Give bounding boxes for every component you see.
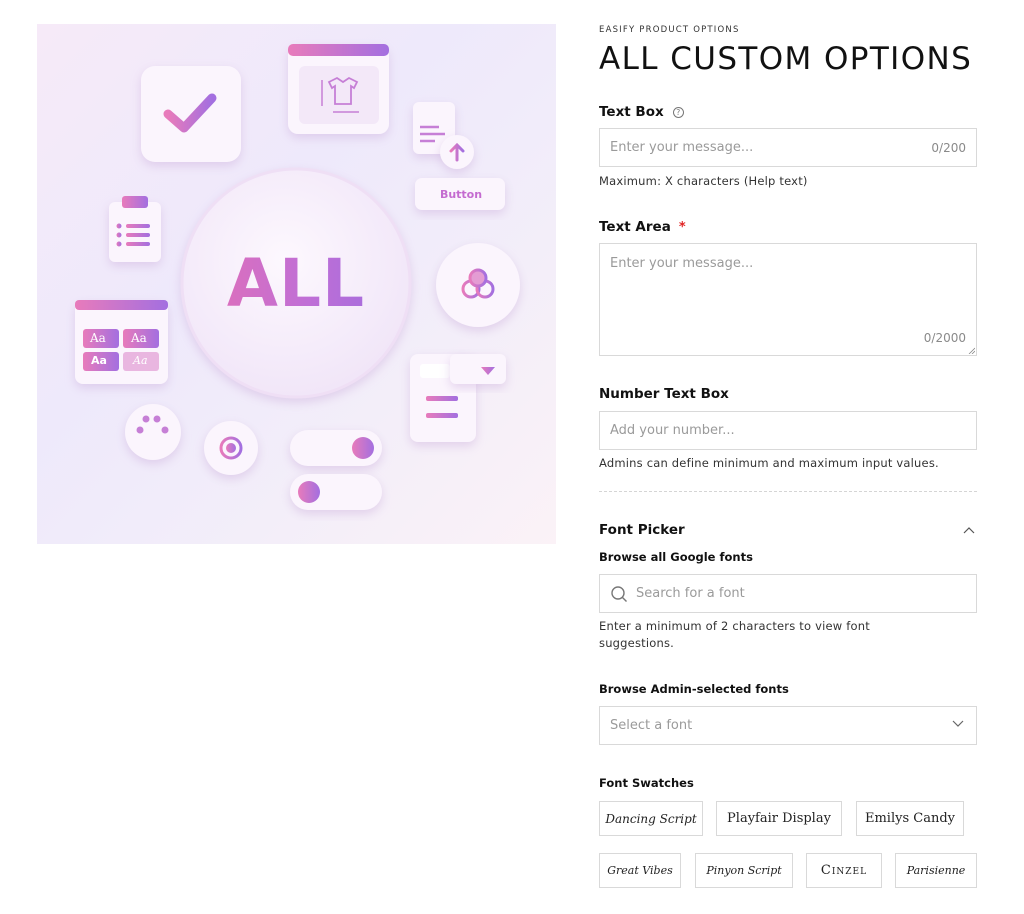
- font-picker-header[interactable]: Font Picker: [599, 522, 977, 538]
- search-icon: [611, 585, 627, 602]
- swatch-playfair-display[interactable]: Playfair Display: [716, 801, 842, 836]
- required-mark: *: [678, 219, 686, 235]
- chevron-up-icon[interactable]: [963, 526, 975, 534]
- google-fonts-label: Browse all Google fonts: [599, 550, 753, 564]
- page-title: ALL CUSTOM OPTIONS: [599, 41, 973, 77]
- chevron-down-icon: [952, 720, 964, 727]
- font-tile-text: Aa: [91, 354, 107, 367]
- text-box-counter: 0/200: [931, 140, 966, 155]
- font-search-placeholder: Search for a font: [636, 586, 745, 601]
- font-tile-text: Aa: [131, 331, 147, 345]
- swatch-emilys-candy[interactable]: Emilys Candy: [856, 801, 964, 836]
- number-box-label: Number Text Box: [599, 386, 729, 402]
- product-image: Aa Aa Aa Aa Button ALL: [37, 24, 556, 544]
- hero-all-text: ALL: [183, 170, 409, 396]
- help-circle-icon[interactable]: ?: [672, 106, 684, 118]
- font-swatches-label: Font Swatches: [599, 776, 694, 790]
- text-box-label: Text Box ?: [599, 104, 977, 120]
- palette-tile: [125, 404, 181, 460]
- text-area-counter: 0/2000: [923, 331, 966, 345]
- text-box-placeholder: Enter your message...: [610, 140, 754, 155]
- text-area-label: Text Area *: [599, 219, 686, 235]
- swatch-dancing-script[interactable]: Dancing Script: [599, 801, 703, 836]
- font-select-placeholder: Select a font: [610, 718, 693, 733]
- number-box-placeholder: Add your number...: [610, 423, 735, 438]
- eyebrow-label: EASIFY PRODUCT OPTIONS: [599, 25, 740, 35]
- font-select[interactable]: Select a font: [599, 706, 977, 745]
- number-box-input[interactable]: Add your number...: [599, 411, 977, 450]
- hero-button-label: Button: [439, 187, 483, 201]
- section-divider: [599, 491, 977, 492]
- swatch-pinyon-script[interactable]: Pinyon Script: [695, 853, 793, 888]
- swatch-cinzel[interactable]: Cinzel: [806, 853, 882, 888]
- number-box-help: Admins can define minimum and maximum in…: [599, 456, 939, 470]
- font-picker-label: Font Picker: [599, 522, 685, 538]
- resize-handle-icon[interactable]: [968, 347, 975, 354]
- google-fonts-help: Enter a minimum of 2 characters to view …: [599, 619, 870, 650]
- font-tile-text: Aa: [133, 354, 148, 367]
- text-box-help: Maximum: X characters (Help text): [599, 174, 808, 188]
- text-box-input[interactable]: Enter your message... 0/200: [599, 128, 977, 167]
- text-area-placeholder: Enter your message...: [610, 256, 754, 271]
- font-tile-text: Aa: [90, 331, 106, 345]
- swatch-parisienne[interactable]: Parisienne: [895, 853, 977, 888]
- font-swatches: Dancing Script Playfair Display Emilys C…: [599, 801, 977, 836]
- swatch-great-vibes[interactable]: Great Vibes: [599, 853, 681, 888]
- font-search-input[interactable]: Search for a font: [599, 574, 977, 613]
- text-area-input[interactable]: Enter your message... 0/2000: [599, 243, 977, 356]
- font-swatches-row-2: Great Vibes Pinyon Script Cinzel Parisie…: [599, 853, 977, 888]
- custom-options-form: EASIFY PRODUCT OPTIONS ALL CUSTOM OPTION…: [599, 24, 977, 888]
- admin-fonts-label: Browse Admin-selected fonts: [599, 682, 789, 696]
